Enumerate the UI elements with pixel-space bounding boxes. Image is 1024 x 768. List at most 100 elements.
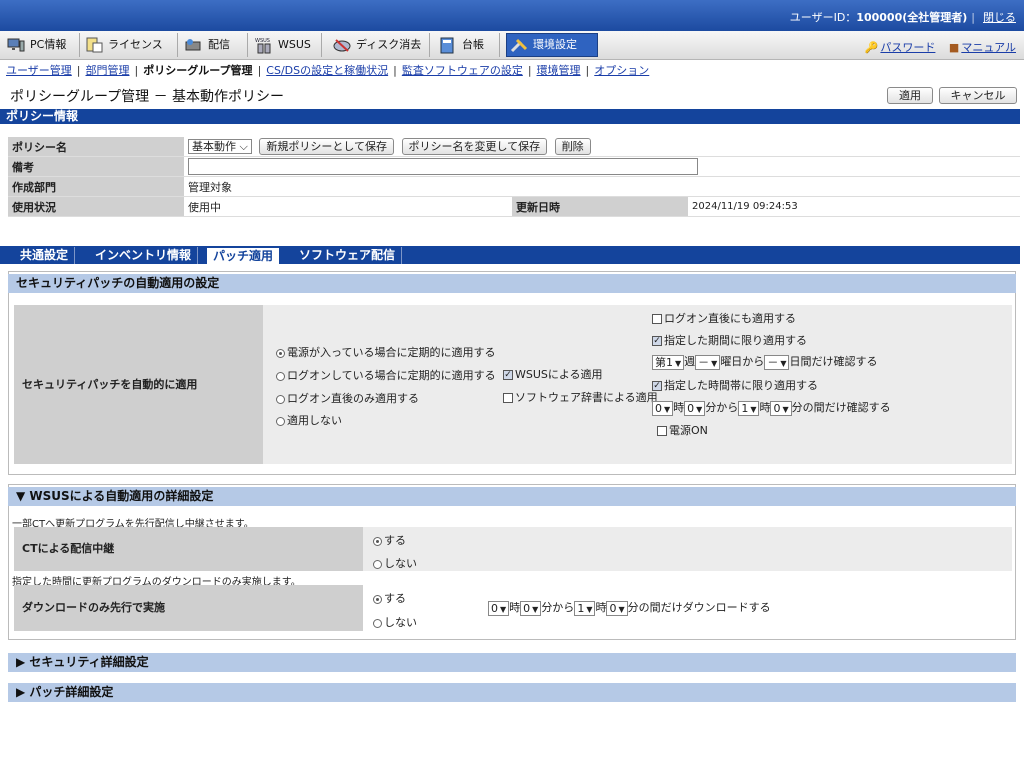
radio-icon (276, 394, 285, 404)
menu-pc-info[interactable]: PC情報 (4, 33, 80, 57)
license-icon (86, 37, 103, 53)
status-label: 使用状況 (8, 196, 184, 217)
menu-right-links: 🔑 パスワード ■ マニュアル (865, 39, 1016, 55)
week-select[interactable]: 第1 ▼ (652, 354, 685, 370)
auto-patch-options (263, 305, 1012, 464)
tab-patch[interactable]: パッチ適用 (206, 247, 281, 264)
relay-label: CTによる配信中継 (14, 527, 363, 571)
submenu-audit[interactable]: 監査ソフトウェアの設定 (402, 64, 523, 77)
check-dictionary[interactable]: ソフトウェア辞書による適用 (503, 389, 658, 405)
distribution-icon (185, 39, 201, 51)
check-wsus[interactable]: ✓ WSUSによる適用 (503, 366, 603, 382)
dl-end-minute-select[interactable]: 0 ▼ (606, 600, 628, 616)
check-icon (503, 393, 513, 403)
submenu-csds[interactable]: CS/DSの設定と稼働状況 (266, 64, 388, 77)
dl-end-hour-select[interactable]: 1 ▼ (574, 600, 596, 616)
policy-info-header: ポリシー情報 (0, 109, 1020, 124)
wsus-icon: WSUS (255, 38, 271, 54)
check-icon: ✓ (652, 381, 662, 391)
download-label: ダウンロードのみ先行で実施 (14, 585, 363, 631)
updated-value: 2024/11/19 09:24:53 (688, 196, 1020, 217)
note-input[interactable] (188, 158, 698, 175)
tab-software[interactable]: ソフトウェア配信 (293, 247, 403, 264)
menu-wsus[interactable]: WSUS WSUS (252, 33, 322, 57)
updated-label: 更新日時 (512, 196, 688, 217)
check-logon-after[interactable]: ログオン直後にも適用する (652, 310, 796, 326)
radio-icon (373, 536, 382, 546)
rename-save-button[interactable]: ポリシー名を変更して保存 (401, 138, 548, 155)
radio-logon-periodic[interactable]: ログオンしている場合に定期的に適用する (276, 367, 496, 383)
security-detail-header[interactable]: ▶ セキュリティ詳細設定 (8, 653, 1016, 672)
policy-name-select[interactable]: 基本動作 ⌵ (188, 139, 252, 154)
pc-icon (7, 38, 25, 52)
submenu-user-mgmt[interactable]: ユーザー管理 (6, 64, 72, 77)
patch-detail-header[interactable]: ▶ パッチ詳細設定 (8, 683, 1016, 702)
apply-button[interactable]: 適用 (887, 87, 933, 104)
dl-start-hour-select[interactable]: 0 ▼ (488, 600, 510, 616)
check-time-only[interactable]: ✓ 指定した時間帯に限り適用する (652, 377, 818, 393)
submenu-policy-group: ポリシーグループ管理 (143, 64, 253, 77)
user-id-label: ユーザーID： (789, 11, 857, 24)
end-minute-select[interactable]: 0 ▼ (770, 400, 792, 416)
radio-icon (373, 618, 382, 628)
main-menu: PC情報 ライセンス 配信 WSUS WSUS ディスク消去 台帳 環境設定 🔑… (0, 31, 1024, 60)
user-id-value: 100000(全社管理者) (856, 11, 968, 24)
page-title: ポリシーグループ管理 － 基本動作ポリシー (10, 89, 285, 105)
check-period-only[interactable]: ✓ 指定した期間に限り適用する (652, 332, 807, 348)
menu-ledger[interactable]: 台帳 (436, 33, 500, 57)
relay-options (363, 527, 1012, 571)
wsus-detail-header[interactable]: ▼ WSUSによる自動適用の詳細設定 (8, 487, 1016, 506)
save-as-new-button[interactable]: 新規ポリシーとして保存 (259, 138, 395, 155)
note-label: 備考 (8, 156, 184, 177)
key-icon: 🔑 (864, 41, 879, 54)
ledger-icon (440, 37, 454, 54)
radio-icon (373, 594, 382, 604)
menu-distribution[interactable]: 配信 (182, 33, 248, 57)
radio-logon-only[interactable]: ログオン直後のみ適用する (276, 390, 419, 406)
start-minute-select[interactable]: 0 ▼ (684, 400, 706, 416)
end-hour-select[interactable]: 1 ▼ (738, 400, 760, 416)
policy-name-label: ポリシー名 (8, 137, 184, 157)
relay-no-radio[interactable]: しない (373, 555, 417, 571)
submenu-option[interactable]: オプション (594, 64, 649, 77)
chevron-down-icon: ⌵ (239, 140, 248, 153)
menu-env-settings[interactable]: 環境設定 (506, 33, 598, 57)
cancel-button[interactable]: キャンセル (939, 87, 1017, 104)
start-hour-select[interactable]: 0 ▼ (652, 400, 674, 416)
submenu-env-mgmt[interactable]: 環境管理 (537, 64, 581, 77)
tab-common[interactable]: 共通設定 (14, 247, 76, 264)
check-icon (652, 314, 662, 324)
relay-yes-radio[interactable]: する (373, 532, 406, 548)
close-link[interactable]: 閉じる (983, 11, 1016, 24)
weekday-select[interactable]: － ▼ (695, 354, 721, 370)
password-link[interactable]: パスワード (880, 41, 935, 54)
radio-power-periodic[interactable]: 電源が入っている場合に定期的に適用する (276, 344, 495, 360)
tab-inventory[interactable]: インベントリ情報 (89, 247, 199, 264)
download-yes-radio[interactable]: する (373, 590, 406, 606)
download-no-radio[interactable]: しない (373, 614, 417, 630)
dl-start-minute-select[interactable]: 0 ▼ (520, 600, 542, 616)
policy-info-table: ポリシー名 基本動作 ⌵ 新規ポリシーとして保存 ポリシー名を変更して保存 削除… (8, 137, 1020, 217)
disk-erase-icon (333, 39, 351, 52)
auto-patch-header: セキュリティパッチの自動適用の設定 (8, 274, 1016, 293)
days-select[interactable]: － ▼ (764, 354, 790, 370)
check-icon: ✓ (503, 370, 513, 380)
radio-none[interactable]: 適用しない (276, 412, 342, 428)
auto-patch-label: セキュリティパッチを自動的に適用 (14, 305, 263, 464)
tab-bar: 共通設定 インベントリ情報 パッチ適用 ソフトウェア配信 (0, 246, 1020, 264)
check-icon: ✓ (652, 336, 662, 346)
svg-text:WSUS: WSUS (255, 38, 270, 44)
tools-icon (510, 38, 528, 53)
time-row: 0 ▼ 時 0 ▼ 分から 1 ▼ 時 0 ▼ 分の間だけ確認する (652, 399, 891, 416)
check-icon (657, 426, 667, 436)
check-power-on[interactable]: 電源ON (657, 422, 708, 438)
radio-icon (373, 559, 382, 569)
manual-link[interactable]: マニュアル (961, 41, 1016, 54)
user-id-area: ユーザーID：100000(全社管理者) | 閉じる (789, 11, 1016, 24)
manual-icon: ■ (948, 41, 960, 54)
submenu-dept-mgmt[interactable]: 部門管理 (86, 64, 130, 77)
menu-disk-erase[interactable]: ディスク消去 (330, 33, 430, 57)
delete-button[interactable]: 削除 (554, 138, 591, 155)
period-row: 第1 ▼ 週－ ▼ 曜日から－ ▼ 日間だけ確認する (652, 353, 877, 370)
menu-license[interactable]: ライセンス (82, 33, 178, 57)
